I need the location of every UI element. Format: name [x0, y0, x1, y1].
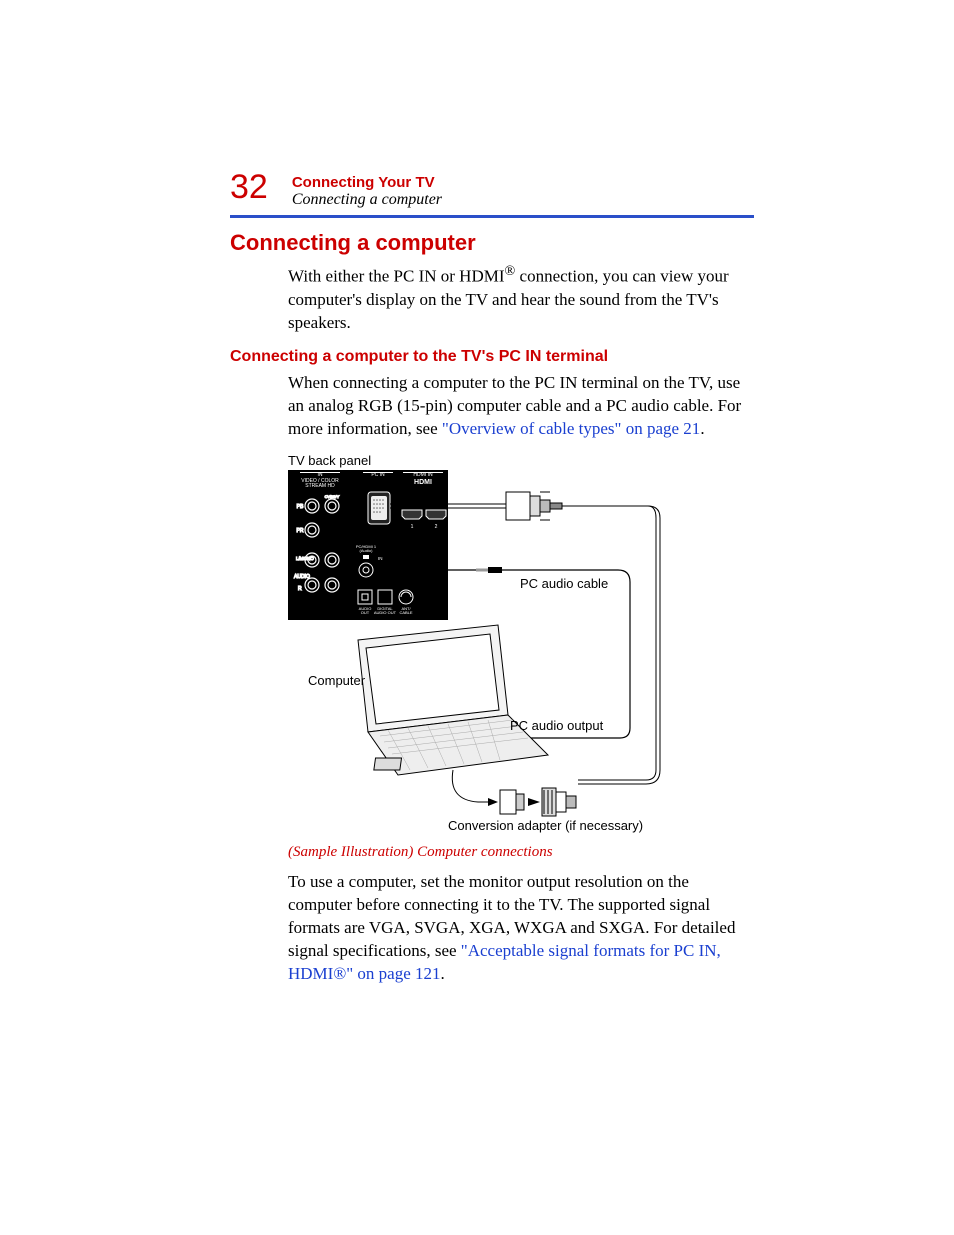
header-rule: [230, 215, 754, 218]
panel-port1-label: 1: [411, 524, 414, 530]
figure-caption: (Sample Illustration) Computer connectio…: [288, 844, 754, 861]
pc-in-paragraph: When connecting a computer to the PC IN …: [288, 372, 754, 441]
panel-port2-label: 2: [435, 524, 438, 530]
panel-cvbsy-label: CVBS/Y: [325, 494, 340, 499]
label-pc-audio-output: PC audio output: [510, 718, 604, 733]
panel-pc-hdmi1-in-label: IN: [378, 556, 383, 561]
registered-mark: ®: [505, 263, 516, 279]
heading-connecting-a-computer: Connecting a computer: [230, 230, 754, 256]
laptop-icon: [358, 625, 548, 775]
panel-hdmi-in-label: HDMI IN: [413, 472, 433, 478]
vga-cable-run: [562, 506, 660, 784]
audio-plug-left-icon: [476, 567, 502, 573]
panel-in-jack-marker: [363, 555, 369, 559]
vga-connector-icon: [506, 492, 562, 520]
label-conversion-adapter: Conversion adapter (if necessary): [448, 818, 643, 833]
panel-stream-hd-label: STREAM HD: [305, 483, 335, 489]
vga-cable-run-inner: [566, 506, 656, 780]
panel-pc-in-label: PC IN: [371, 472, 385, 478]
panel-ant-cable-label2: CABLE: [399, 610, 412, 615]
panel-pb-label: PB: [297, 504, 304, 510]
conv-connector-right-icon: [542, 788, 576, 816]
panel-pc-hdmi1-audio-label2: (Audio): [360, 548, 374, 553]
panel-hdmi-logo: HDMI: [414, 479, 432, 486]
running-header: 32 Connecting Your TV Connecting a compu…: [230, 170, 754, 209]
chapter-title: Connecting Your TV: [292, 174, 442, 191]
pc-in-text-after: .: [700, 419, 704, 438]
conv-arrow2-icon: [528, 798, 540, 806]
conv-connector-left-icon: [500, 790, 524, 814]
resolution-paragraph: To use a computer, set the monitor outpu…: [288, 871, 754, 986]
label-pc-audio-cable: PC audio cable: [520, 576, 608, 591]
panel-pr-label: PR: [297, 528, 304, 534]
section-path: Connecting a computer: [292, 191, 442, 209]
conv-cable: [452, 770, 488, 802]
vga-port-icon: [368, 492, 390, 524]
resolution-text-after: .: [441, 964, 445, 983]
page-number: 32: [230, 170, 268, 204]
link-cable-types[interactable]: "Overview of cable types" on page 21: [442, 419, 700, 438]
intro-paragraph: With either the PC IN or HDMI® connectio…: [288, 262, 754, 334]
panel-digital-audio-out-label2: AUDIO OUT: [374, 610, 397, 615]
illustration-computer-connections: TV back panel IN VIDEO / COLOR STREAM HD…: [288, 453, 708, 840]
label-computer: Computer: [308, 673, 366, 688]
intro-text-before: With either the PC IN or HDMI: [288, 267, 505, 286]
heading-pc-in-terminal: Connecting a computer to the TV's PC IN …: [230, 348, 754, 366]
conv-arrow-icon: [488, 798, 498, 806]
panel-r-label: R: [298, 586, 302, 592]
label-tv-back-panel: TV back panel: [288, 453, 708, 468]
pc-audio-cable-run: [488, 570, 630, 738]
diagram-svg: IN VIDEO / COLOR STREAM HD PC IN HDMI IN…: [288, 470, 708, 840]
panel-audio-out-label2: OUT: [361, 610, 370, 615]
